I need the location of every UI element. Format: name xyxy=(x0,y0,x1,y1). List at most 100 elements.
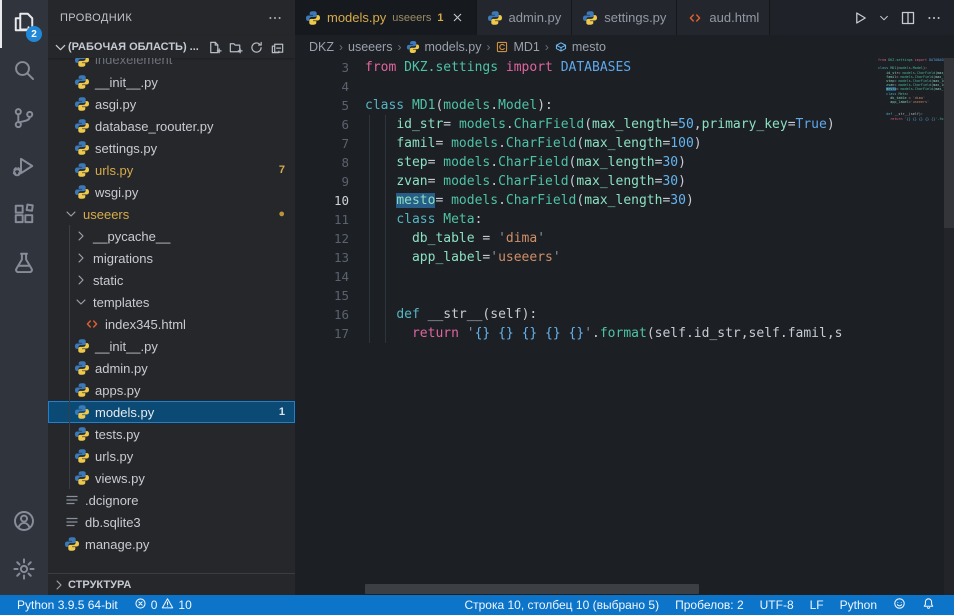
code-line[interactable]: 6 id_str= models.CharField(max_length=50… xyxy=(295,115,878,134)
code-line[interactable]: 3from DKZ.settings import DATABASES xyxy=(295,58,878,77)
tree-file-wsgi-py[interactable]: wsgi.py xyxy=(48,181,295,203)
line-number[interactable]: 14 xyxy=(295,267,349,286)
line-number[interactable]: 3 xyxy=(295,58,349,77)
tree-file-tests-py[interactable]: tests.py xyxy=(48,423,295,445)
line-number[interactable]: 13 xyxy=(295,248,349,267)
tree-file-models-py[interactable]: models.py1 xyxy=(48,401,295,423)
code-line[interactable]: 12 db_table = 'dima' xyxy=(295,229,878,248)
tree-file-urls-py[interactable]: urls.py xyxy=(48,445,295,467)
breadcrumb-separator: › xyxy=(397,40,401,54)
tree-file-urls-py[interactable]: urls.py7 xyxy=(48,159,295,181)
line-number[interactable]: 4 xyxy=(295,77,349,96)
run-dropdown[interactable] xyxy=(878,12,890,24)
tree-folder-templates[interactable]: templates xyxy=(48,291,295,313)
status-feedback[interactable] xyxy=(886,595,913,615)
status-cursor-position[interactable]: Строка 10, столбец 10 (выбрано 5) xyxy=(457,595,666,615)
tree-item-label: index345.html xyxy=(105,317,186,332)
minimap[interactable]: from DKZ.settings import DATABASESclass … xyxy=(878,58,944,595)
horizontal-scrollbar[interactable] xyxy=(365,584,699,594)
line-number[interactable]: 6 xyxy=(295,115,349,134)
line-number[interactable]: 15 xyxy=(295,286,349,305)
split-editor-button[interactable] xyxy=(900,10,916,26)
collapse-folders-button[interactable] xyxy=(270,40,285,55)
breadcrumb-item-mesto[interactable]: mesto xyxy=(554,40,606,54)
breadcrumb-item-DKZ[interactable]: DKZ xyxy=(309,40,334,54)
tab-label: admin.py xyxy=(509,10,562,25)
line-number[interactable]: 8 xyxy=(295,153,349,172)
status-eol[interactable]: LF xyxy=(803,595,831,615)
code-line[interactable]: 8 step= models.CharField(max_length=30) xyxy=(295,153,878,172)
tree-file-database-roouter-py[interactable]: database_roouter.py xyxy=(48,115,295,137)
code-line[interactable]: 5class MD1(models.Model): xyxy=(295,96,878,115)
outline-section-header[interactable]: СТРУКТУРА xyxy=(48,573,295,595)
refresh-explorer-button[interactable] xyxy=(249,40,264,55)
code-line[interactable]: 11 class Meta: xyxy=(295,210,878,229)
tab-admin-py[interactable]: admin.py xyxy=(477,0,573,35)
line-number[interactable]: 16 xyxy=(295,305,349,324)
line-number[interactable]: 17 xyxy=(295,324,349,343)
code-line[interactable]: 14 xyxy=(295,267,878,286)
tree-file--init-py[interactable]: __init__.py xyxy=(48,335,295,357)
tree-file-apps-py[interactable]: apps.py xyxy=(48,379,295,401)
tree-folder-migrations[interactable]: migrations xyxy=(48,247,295,269)
breadcrumb-item-models-py[interactable]: models.py xyxy=(406,40,481,54)
tree-file-db-sqlite3[interactable]: db.sqlite3 xyxy=(48,511,295,533)
tree-file-asgi-py[interactable]: asgi.py xyxy=(48,93,295,115)
activity-account[interactable] xyxy=(0,499,48,547)
status-indentation[interactable]: Пробелов: 2 xyxy=(668,595,751,615)
line-number[interactable]: 7 xyxy=(295,134,349,153)
tree-folder--pycache-[interactable]: __pycache__ xyxy=(48,225,295,247)
line-number[interactable]: 5 xyxy=(295,96,349,115)
status-notifications[interactable] xyxy=(915,595,942,615)
code-line[interactable]: 13 app_label='useeers' xyxy=(295,248,878,267)
status-encoding[interactable]: UTF-8 xyxy=(753,595,801,615)
views-and-more-actions-button[interactable] xyxy=(267,10,283,26)
tree-file--init-py[interactable]: __init__.py xyxy=(48,71,295,93)
activity-testing[interactable] xyxy=(0,240,48,288)
tree-file-manage-py[interactable]: manage.py xyxy=(48,533,295,555)
tab-settings-py[interactable]: settings.py xyxy=(572,0,677,35)
code-line[interactable]: 10 mesto= models.CharField(max_length=30… xyxy=(295,191,878,210)
new-file-button[interactable] xyxy=(207,40,222,55)
line-number[interactable]: 9 xyxy=(295,172,349,191)
tree-folder-useeers[interactable]: useeers● xyxy=(48,203,295,225)
line-number[interactable]: 10 xyxy=(295,191,349,210)
line-number[interactable]: 12 xyxy=(295,229,349,248)
new-folder-button[interactable] xyxy=(228,40,243,55)
status-python-interpreter[interactable]: Python 3.9.5 64-bit xyxy=(10,595,125,615)
activity-run-and-debug[interactable] xyxy=(0,144,48,192)
run-button[interactable] xyxy=(852,10,868,26)
tree-file-indexelement[interactable]: indexelement xyxy=(48,58,295,71)
code-editor[interactable]: 3from DKZ.settings import DATABASES45cla… xyxy=(295,58,954,595)
tree-file-admin-py[interactable]: admin.py xyxy=(48,357,295,379)
workspace-section-header[interactable]: (РАБОЧАЯ ОБЛАСТЬ) ... xyxy=(48,36,295,58)
code-line[interactable]: 9 zvan= models.CharField(max_length=30) xyxy=(295,172,878,191)
vertical-scrollbar[interactable] xyxy=(944,58,954,595)
code-line[interactable]: 17 return '{} {} {} {} {}'.format(self.i… xyxy=(295,324,878,343)
tree-file-views-py[interactable]: views.py xyxy=(48,467,295,489)
tree-folder-static[interactable]: static xyxy=(48,269,295,291)
breadcrumb-item-MD1[interactable]: MD1 xyxy=(495,40,539,54)
status-language-mode[interactable]: Python xyxy=(833,595,884,615)
code-line[interactable]: 16 def __str__(self): xyxy=(295,305,878,324)
breadcrumb-item-useeers[interactable]: useeers xyxy=(348,40,392,54)
tab-aud-html[interactable]: aud.html xyxy=(677,0,770,35)
code-line[interactable]: 7 famil= models.CharField(max_length=100… xyxy=(295,134,878,153)
tree-file-index345-html[interactable]: index345.html xyxy=(48,313,295,335)
status-label: Python xyxy=(840,598,877,612)
tab-models-py[interactable]: models.pyuseeers1 xyxy=(295,0,477,35)
chevron-right-icon xyxy=(74,273,88,287)
activity-manage[interactable] xyxy=(0,547,48,595)
activity-extensions[interactable] xyxy=(0,192,48,240)
activity-source-control[interactable] xyxy=(0,96,48,144)
tree-file--dcignore[interactable]: .dcignore xyxy=(48,489,295,511)
code-line[interactable]: 4 xyxy=(295,77,878,96)
code-line[interactable]: 15 xyxy=(295,286,878,305)
tree-file-settings-py[interactable]: settings.py xyxy=(48,137,295,159)
more-actions-button[interactable] xyxy=(926,10,942,26)
close-tab-button[interactable] xyxy=(450,10,466,26)
activity-explorer[interactable]: 2 xyxy=(0,0,48,48)
line-number[interactable]: 11 xyxy=(295,210,349,229)
activity-search[interactable] xyxy=(0,48,48,96)
status-problems[interactable]: 010 xyxy=(127,595,199,615)
